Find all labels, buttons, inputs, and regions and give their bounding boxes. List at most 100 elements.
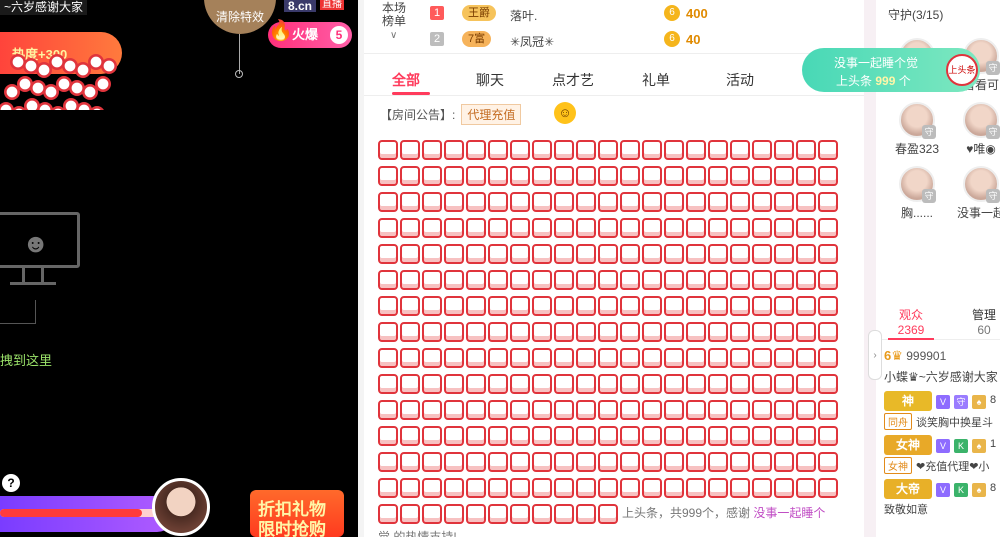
headline-sign-icon bbox=[444, 322, 464, 342]
headline-sign-icon bbox=[532, 166, 552, 186]
person-icon: ☻ bbox=[22, 228, 50, 258]
headline-sign-icon bbox=[774, 374, 794, 394]
headline-sign-icon bbox=[378, 140, 398, 160]
clear-effects-button[interactable]: 清除特效 bbox=[204, 0, 276, 34]
member-tag-icon: K bbox=[954, 483, 968, 497]
headline-sign-icon bbox=[708, 218, 728, 238]
avatar: 守 bbox=[963, 166, 1000, 203]
headline-sign-icon bbox=[730, 140, 750, 160]
headline-sign-icon bbox=[752, 166, 772, 186]
audience-row[interactable]: 大帝 V K ♠ 8 致敬如意 bbox=[884, 479, 1000, 517]
guard-item[interactable]: 守春盈323 bbox=[888, 102, 946, 160]
headline-sign-icon bbox=[422, 218, 442, 238]
room-notice: 【房间公告】: 代理充值 ☺ bbox=[380, 102, 576, 125]
tab-admins[interactable]: 管理 60 bbox=[964, 306, 1000, 337]
headline-sign-icon bbox=[620, 192, 640, 212]
live-url-badge: 8.cn bbox=[284, 0, 317, 12]
help-icon[interactable]: ? bbox=[2, 474, 20, 492]
guard-item[interactable]: 守 ♥唯◉ bbox=[952, 102, 1000, 160]
tab-3[interactable]: 礼单 bbox=[642, 70, 670, 90]
headline-sign-icon bbox=[752, 218, 772, 238]
headline-sign-icon bbox=[818, 478, 838, 498]
headline-sign-icon bbox=[576, 478, 596, 498]
headline-sign-icon bbox=[576, 296, 596, 316]
headline-sign-icon bbox=[488, 452, 508, 472]
discount-gift-button[interactable]: 折扣礼物 限时抢购 bbox=[250, 490, 344, 537]
headline-sign-icon bbox=[818, 218, 838, 238]
headline-sign-icon bbox=[598, 400, 618, 420]
headline-sign-icon bbox=[796, 400, 816, 420]
tab-1[interactable]: 聊天 bbox=[476, 70, 504, 90]
chevron-right-icon[interactable]: › bbox=[868, 330, 882, 380]
ranking-row[interactable]: 1 王爵 落叶. 6 400 bbox=[430, 4, 850, 24]
balloon-tail bbox=[235, 70, 243, 78]
tab-4[interactable]: 活动 bbox=[726, 70, 754, 90]
headline-sign-icon bbox=[642, 244, 662, 264]
headline-sign-icon bbox=[576, 374, 596, 394]
headline-sign-icon bbox=[488, 322, 508, 342]
headline-sign-icon bbox=[664, 426, 684, 446]
headline-sign-icon bbox=[686, 140, 706, 160]
guard-item[interactable]: 守没事一起 bbox=[952, 166, 1000, 224]
headline-sign-icon bbox=[686, 478, 706, 498]
headline-sign-icon bbox=[752, 322, 772, 342]
shield-icon: 守 bbox=[986, 125, 1000, 139]
chat-tabs: 全部 聊天 点才艺 礼单 活动 bbox=[364, 60, 864, 96]
coin-icon: 6 bbox=[664, 31, 680, 47]
headline-sign-icon bbox=[774, 140, 794, 160]
audience-nick: 女神 ❤充值代理❤小 bbox=[884, 457, 989, 474]
headline-sign-icon bbox=[510, 374, 530, 394]
headline-sign-icon bbox=[422, 140, 442, 160]
headline-sign-icon bbox=[101, 58, 117, 74]
headline-sign-icon bbox=[422, 270, 442, 290]
headline-sign-icon bbox=[642, 348, 662, 368]
headline-sign-icon bbox=[686, 348, 706, 368]
headline-sign-icon bbox=[796, 140, 816, 160]
headline-sign-icon bbox=[422, 348, 442, 368]
headline-sign-icon bbox=[510, 504, 530, 524]
headline-sign-icon bbox=[466, 348, 486, 368]
chat-nick-link[interactable]: 没事一起睡个 bbox=[753, 506, 825, 520]
headline-sign-icon bbox=[642, 374, 662, 394]
headline-sign-icon bbox=[466, 192, 486, 212]
headline-sign-icon bbox=[576, 322, 596, 342]
headline-sign-icon bbox=[510, 270, 530, 290]
notice-tag[interactable]: 代理充值 bbox=[461, 104, 522, 125]
headline-sign-icon bbox=[642, 218, 662, 238]
headline-sign-icon bbox=[686, 218, 706, 238]
headline-sign-icon bbox=[378, 166, 398, 186]
audience-row[interactable]: 女神 V K ♠ 1 女神 ❤充值代理❤小 bbox=[884, 435, 1000, 474]
headline-sign-icon bbox=[488, 426, 508, 446]
headline-sign-icon bbox=[378, 504, 398, 524]
headline-sign-icon bbox=[730, 426, 750, 446]
top-viewer-nick[interactable]: 小蝶♛~六岁感谢大家 bbox=[884, 368, 1000, 385]
discount-line2: 限时抢购 bbox=[258, 520, 326, 537]
headline-sign-icon bbox=[378, 218, 398, 238]
headline-sign-icon bbox=[752, 244, 772, 264]
video-player[interactable]: ~六岁感谢大家 热度+300 清除特效 8.cn 直播 火爆 🔥 5 ☻ 拽到这… bbox=[0, 0, 358, 537]
tab-2[interactable]: 点才艺 bbox=[552, 70, 594, 90]
active-tab-underline bbox=[888, 338, 934, 340]
headline-promo-bubble[interactable]: 没事一起睡个觉 上头条 999 个 上头条 bbox=[802, 48, 980, 92]
balloon-string bbox=[239, 34, 240, 74]
headline-sign-icon bbox=[510, 348, 530, 368]
noble-rank-badge: 大帝 bbox=[884, 479, 932, 499]
headline-sign-icon bbox=[400, 166, 420, 186]
anchor-avatar[interactable] bbox=[152, 478, 210, 536]
headline-sign-icon bbox=[466, 504, 486, 524]
headline-sign-icon bbox=[488, 218, 508, 238]
ranking-row[interactable]: 2 7富 ✳凤冠✳ 6 40 bbox=[430, 30, 850, 50]
guard-item[interactable]: 守胸...... bbox=[888, 166, 946, 224]
tab-viewers[interactable]: 观众 2369 bbox=[888, 306, 934, 337]
chevron-down-icon[interactable]: ∨ bbox=[390, 30, 397, 41]
ranking-label[interactable]: 本场 榜单 bbox=[382, 2, 406, 28]
tab-0[interactable]: 全部 bbox=[392, 70, 420, 90]
audience-row[interactable]: 神 V 守 ♠ 8 同舟 谈笑胸中换星斗 bbox=[884, 391, 1000, 430]
headline-sign-icon bbox=[422, 478, 442, 498]
headline-sign-icon bbox=[554, 218, 574, 238]
headline-sign-icon bbox=[554, 296, 574, 316]
headline-sign-icon bbox=[488, 348, 508, 368]
headline-sign-icon bbox=[488, 400, 508, 420]
headline-sign-icon bbox=[510, 322, 530, 342]
headline-sign-icon bbox=[466, 400, 486, 420]
